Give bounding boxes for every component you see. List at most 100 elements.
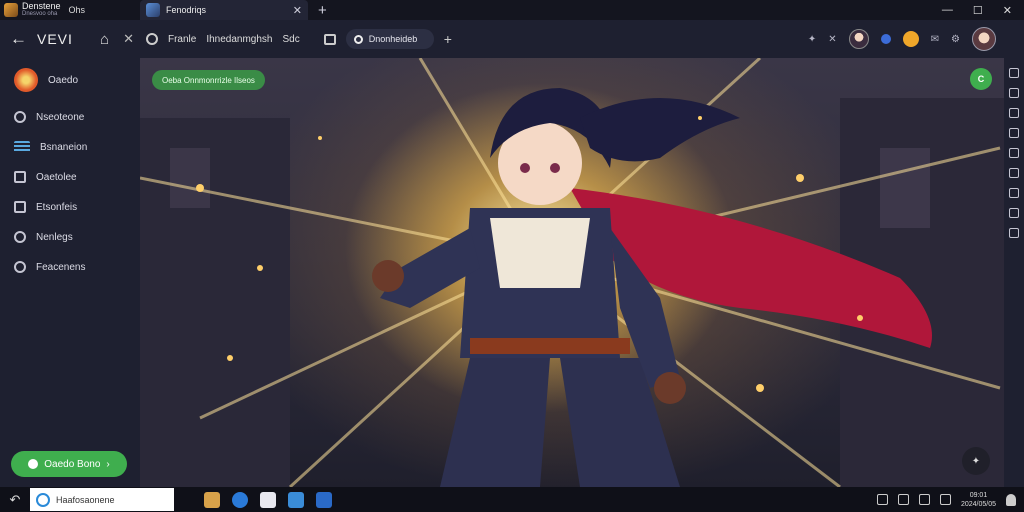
app-logo-icon bbox=[14, 68, 38, 92]
eye-right bbox=[550, 163, 560, 173]
folder-icon[interactable] bbox=[204, 491, 220, 508]
tools-icon[interactable]: ✕ bbox=[828, 34, 836, 45]
clock-time: 09:01 bbox=[969, 491, 988, 499]
maximize-icon[interactable]: ☐ bbox=[973, 4, 983, 17]
new-tab-icon[interactable]: + bbox=[318, 2, 327, 19]
sidebar-item-2[interactable]: Bsnaneion bbox=[0, 132, 140, 162]
sidebar-item-home[interactable]: Oaedo bbox=[0, 58, 140, 102]
profile-avatar-small[interactable] bbox=[848, 29, 869, 49]
search-input[interactable]: Dnonheideb bbox=[345, 29, 434, 49]
window-icon bbox=[14, 201, 26, 213]
eye-left bbox=[520, 163, 530, 173]
sidebar-item-label: Etsonfeis bbox=[36, 201, 78, 213]
app-secondary-label: Ohs bbox=[68, 5, 86, 15]
cta-dot-icon bbox=[28, 459, 39, 469]
sidebar-item-5[interactable]: Nenlegs bbox=[0, 222, 140, 252]
gear-icon bbox=[14, 231, 26, 243]
close-window-icon[interactable]: ✕ bbox=[1003, 4, 1012, 17]
rail-icon-3[interactable] bbox=[1009, 108, 1019, 118]
nav-link-2[interactable]: Ihnedanmghsh bbox=[206, 34, 272, 45]
close-icon[interactable]: ✕ bbox=[123, 31, 134, 47]
sidebar-item-label: Feacenens bbox=[36, 261, 86, 273]
tab-close-icon[interactable]: ✕ bbox=[293, 4, 302, 17]
list-icon bbox=[14, 141, 30, 153]
app-logo-icon bbox=[4, 3, 18, 17]
sidebar-item-3[interactable]: Oaetolee bbox=[0, 162, 140, 192]
sidebar-cta-button[interactable]: Oaedo Bono › bbox=[11, 451, 127, 477]
app-brand: Denstene Dnesvoo oha Ohs bbox=[0, 0, 140, 20]
home-icon[interactable]: ⌂ bbox=[100, 31, 109, 48]
sidebar-item-label: Oaedo bbox=[48, 74, 79, 86]
hero-illustration bbox=[140, 58, 1004, 487]
monitor-icon bbox=[14, 171, 26, 183]
rail-icon-9[interactable] bbox=[1009, 228, 1019, 238]
tab-title: Fenodriqs bbox=[166, 5, 207, 15]
sidebar-item-label: Oaetolee bbox=[36, 171, 77, 183]
browser-icon[interactable] bbox=[232, 491, 248, 508]
info-badge[interactable]: Oeba Onnmonrrizle Ilseos bbox=[152, 70, 265, 90]
window-controls: — ☐ ✕ bbox=[942, 4, 1024, 17]
profile-avatar[interactable] bbox=[972, 27, 996, 51]
taskbar-apps bbox=[204, 491, 332, 508]
sidebar-item-1[interactable]: Nseoteone bbox=[0, 102, 140, 132]
word-icon[interactable] bbox=[316, 491, 332, 508]
rail-icon-7[interactable] bbox=[1009, 188, 1019, 198]
back-icon[interactable]: ↶ bbox=[0, 492, 30, 508]
window-left bbox=[170, 148, 210, 208]
nav-link-3[interactable]: Sdc bbox=[283, 34, 300, 45]
fist-left bbox=[372, 260, 404, 292]
window-right bbox=[880, 148, 930, 228]
store-icon[interactable] bbox=[260, 491, 276, 508]
add-icon[interactable]: + bbox=[444, 31, 452, 47]
leg-left bbox=[440, 358, 550, 487]
search-icon bbox=[36, 492, 50, 507]
view-label: VEVI bbox=[37, 31, 73, 47]
fist-right bbox=[654, 372, 686, 404]
hair-ponytail bbox=[580, 98, 740, 162]
building-left bbox=[140, 118, 290, 487]
rail-icon-5[interactable] bbox=[1009, 148, 1019, 158]
network-icon[interactable] bbox=[876, 494, 888, 505]
rail-icon-4[interactable] bbox=[1009, 128, 1019, 138]
refresh-icon[interactable] bbox=[145, 33, 158, 45]
extension-icon[interactable]: ✦ bbox=[808, 34, 816, 45]
rail-icon-1[interactable] bbox=[1009, 68, 1019, 78]
taskbar-search-input[interactable]: Haafosaonene bbox=[30, 488, 174, 511]
rail-icon-2[interactable] bbox=[1009, 88, 1019, 98]
clock-date: 2024/05/05 bbox=[960, 500, 996, 508]
mail-icon[interactable]: ✉ bbox=[931, 34, 939, 45]
rail-icon-8[interactable] bbox=[1009, 208, 1019, 218]
rail-icon-6[interactable] bbox=[1009, 168, 1019, 178]
browser-tab[interactable]: Fenodriqs ✕ bbox=[140, 0, 308, 20]
action-fab[interactable]: C bbox=[970, 68, 992, 90]
minimize-icon[interactable]: — bbox=[942, 4, 953, 17]
search-icon bbox=[353, 34, 363, 44]
nav-link-1[interactable]: Franle bbox=[168, 34, 196, 45]
triangle-icon bbox=[14, 111, 26, 123]
system-clock[interactable]: 09:01 2024/05/05 bbox=[961, 491, 996, 509]
status-dot-icon bbox=[880, 34, 891, 44]
sidebar-item-4[interactable]: Etsonfeis bbox=[0, 192, 140, 222]
title-bar: Denstene Dnesvoo oha Ohs Fenodriqs ✕ + —… bbox=[0, 0, 1024, 20]
right-rail bbox=[1004, 58, 1024, 487]
sidebar-item-6[interactable]: Feacenens bbox=[0, 252, 140, 282]
notification-icon[interactable] bbox=[1006, 493, 1016, 506]
wifi-icon[interactable] bbox=[897, 494, 909, 505]
app-name: Denstene bbox=[22, 1, 61, 11]
battery-icon[interactable] bbox=[939, 494, 951, 505]
mail-app-icon[interactable] bbox=[288, 491, 304, 508]
app-subtitle: Dnesvoo oha bbox=[22, 11, 58, 17]
screen-icon[interactable] bbox=[323, 33, 336, 45]
settings-icon[interactable]: ⚙ bbox=[951, 34, 960, 45]
back-arrow-icon[interactable]: ← bbox=[10, 29, 27, 49]
tab-favicon-icon bbox=[146, 3, 160, 17]
cta-label: Oaedo Bono bbox=[44, 458, 101, 470]
coin-icon[interactable] bbox=[902, 31, 919, 47]
user-icon bbox=[14, 261, 26, 273]
sidebar-item-label: Nseoteone bbox=[36, 111, 85, 123]
expand-icon[interactable]: ✦ bbox=[962, 447, 990, 475]
chevron-right-icon: › bbox=[106, 458, 110, 470]
sound-icon[interactable] bbox=[918, 494, 930, 505]
taskbar: ↶ Haafosaonene 09:01 2024/05/05 bbox=[0, 487, 1024, 512]
search-value: Dnonheideb bbox=[368, 34, 418, 44]
